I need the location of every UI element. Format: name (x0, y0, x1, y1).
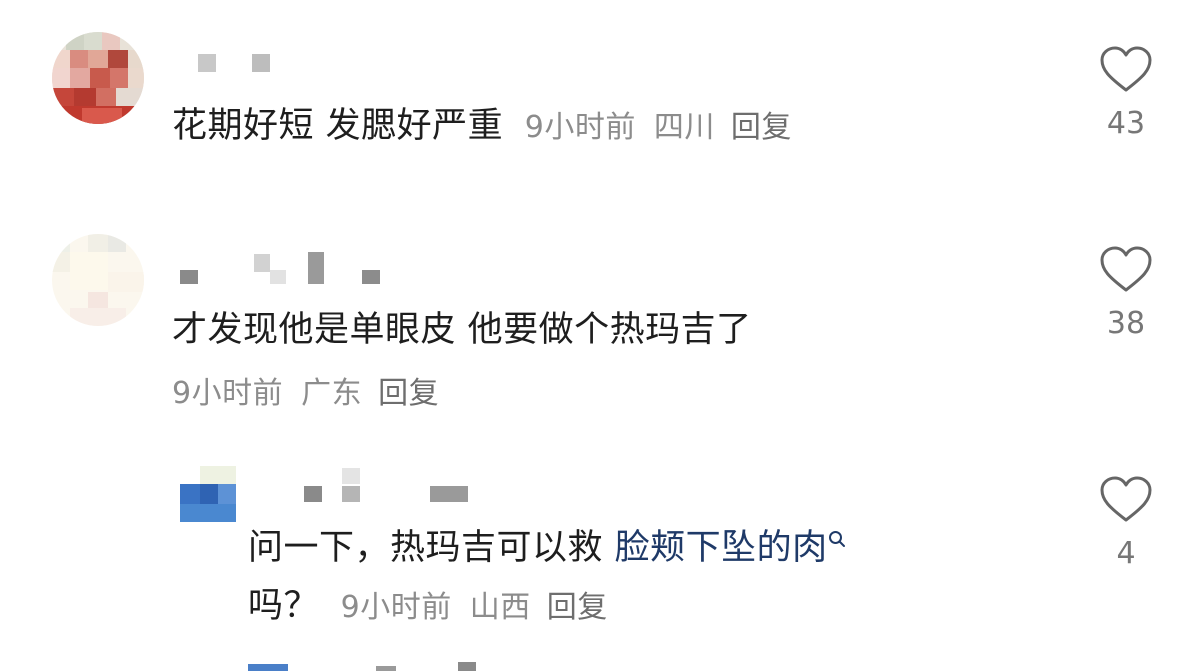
search-link-text: 脸颊下坠的肉 (614, 528, 828, 568)
avatar-image (52, 32, 144, 124)
comment-text: 吗？ (248, 586, 320, 626)
avatar-image (180, 466, 236, 522)
username[interactable] (304, 468, 474, 502)
heart-outline-icon (1100, 246, 1152, 292)
comment-time: 9小时前 (524, 110, 636, 145)
like-count: 4 (1116, 536, 1136, 571)
comment-location: 山西 (469, 590, 531, 625)
avatar-image (52, 234, 144, 326)
heart-outline-icon (1100, 476, 1152, 522)
next-item-partial (248, 660, 548, 671)
comment-text: 花期好短 发腮好严重 (172, 106, 504, 146)
avatar[interactable] (180, 466, 236, 522)
comment-time: 9小时前 (340, 590, 452, 625)
search-icon (828, 531, 845, 547)
comment-body: 问一下，热玛吉可以救 脸颊下坠的肉 (248, 526, 846, 570)
like-button[interactable]: 38 (1091, 246, 1161, 340)
heart-outline-icon (1100, 46, 1152, 92)
comment-meta: 9小时前 山西 回复 (341, 590, 608, 625)
like-button[interactable]: 43 (1091, 46, 1161, 140)
comment-list: 花期好短 发腮好严重 9小时前 四川 回复 43 才发现他是单眼皮 他要做个热玛… (0, 0, 1200, 671)
comment-meta: 9小时前 广东 回复 (172, 374, 439, 414)
avatar[interactable] (52, 234, 144, 326)
comment-body-continued: 吗？ 9小时前 山西 回复 (248, 584, 608, 630)
search-link[interactable]: 脸颊下坠的肉 (615, 528, 846, 568)
like-count: 43 (1106, 106, 1146, 141)
comment-time: 9小时前 (172, 376, 284, 411)
avatar[interactable] (52, 32, 144, 124)
username[interactable] (180, 250, 380, 284)
reply-button[interactable]: 回复 (378, 376, 439, 411)
username[interactable] (198, 54, 278, 84)
like-button[interactable]: 4 (1091, 476, 1161, 570)
comment-location: 四川 (653, 110, 715, 145)
comment-meta: 9小时前 四川 回复 (525, 110, 792, 145)
comment-body: 花期好短 发腮好严重 9小时前 四川 回复 (172, 104, 792, 150)
comment-text: 问一下，热玛吉可以救 (248, 528, 615, 568)
comment-text: 才发现他是单眼皮 他要做个热玛吉了 (172, 310, 752, 350)
reply-button[interactable]: 回复 (731, 110, 792, 145)
reply-button[interactable]: 回复 (547, 590, 608, 625)
like-count: 38 (1106, 306, 1146, 341)
comment-location: 广东 (301, 376, 363, 411)
